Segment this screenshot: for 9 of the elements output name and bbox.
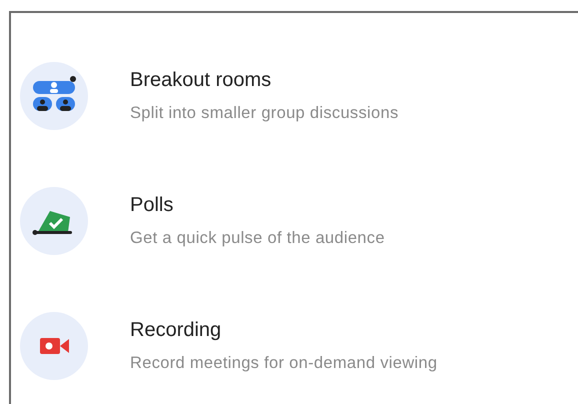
feature-description: Record meetings for on-demand viewing xyxy=(130,354,438,373)
feature-title: Polls xyxy=(130,194,174,217)
video-camera-icon xyxy=(20,312,88,380)
group-icon xyxy=(20,62,88,130)
feature-title: Breakout rooms xyxy=(130,69,272,92)
feature-description: Get a quick pulse of the audience xyxy=(130,229,385,248)
ballot-icon xyxy=(20,187,88,255)
feature-title: Recording xyxy=(130,319,222,342)
feature-description: Split into smaller group discussions xyxy=(130,104,398,123)
